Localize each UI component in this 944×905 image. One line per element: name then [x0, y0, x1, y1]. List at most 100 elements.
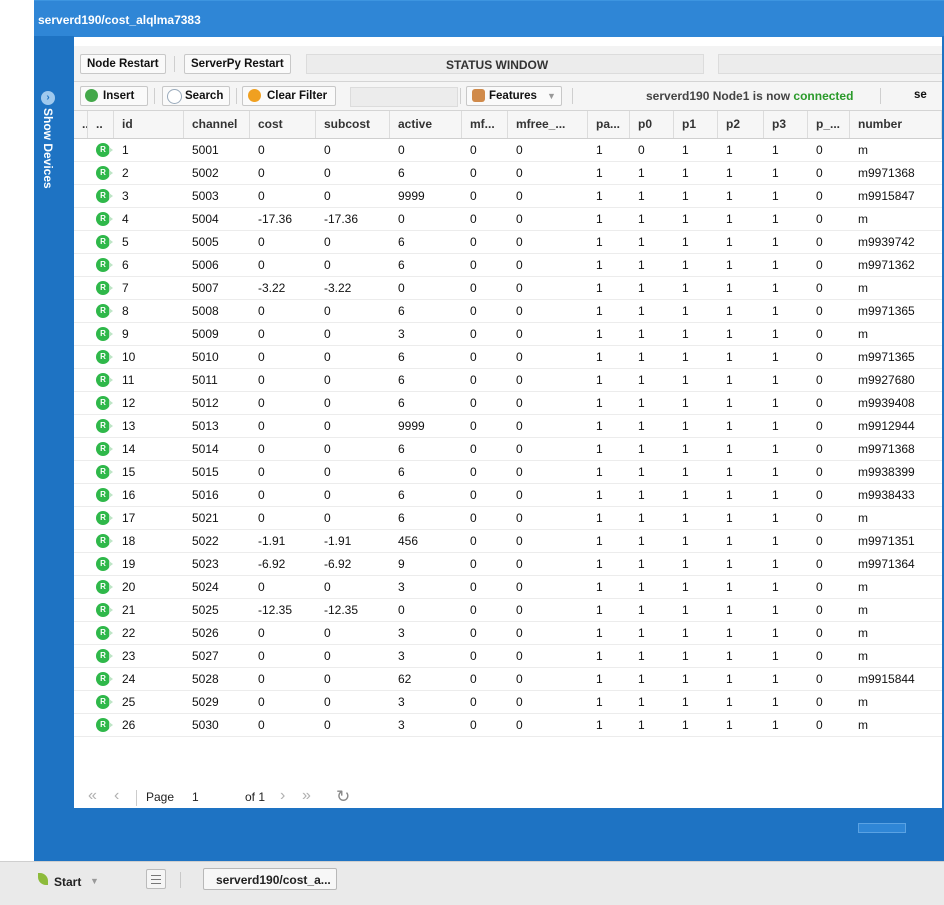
row-status-icon[interactable]: R	[96, 212, 113, 226]
table-row[interactable]: R 11 5011 0 0 6 0 0 1 1 1 1 1 0 m9927680	[74, 369, 942, 392]
column-header[interactable]: p_...	[808, 111, 850, 138]
row-status-icon[interactable]: R	[96, 143, 113, 157]
row-status-icon[interactable]: R	[96, 534, 113, 548]
serverpy-restart-button[interactable]: ServerPy Restart	[184, 54, 291, 74]
table-row[interactable]: R 21 5025 -12.35 -12.35 0 0 0 1 1 1 1 1 0 m	[74, 599, 942, 622]
search-button[interactable]: Search	[162, 86, 230, 106]
table-row[interactable]: R 2 5002 0 0 6 0 0 1 1 1 1 1 0 m9971368	[74, 162, 942, 185]
taskbar-window-button[interactable]: serverd190/cost_a...	[203, 868, 337, 890]
column-header[interactable]: channel	[184, 111, 250, 138]
table-row[interactable]: R 22 5026 0 0 3 0 0 1 1 1 1 1 0 m	[74, 622, 942, 645]
row-status-icon[interactable]: R	[96, 649, 113, 663]
page-input[interactable]: 1	[192, 790, 199, 804]
column-header[interactable]: p1	[674, 111, 718, 138]
show-devices-strip[interactable]: › Show Devices	[34, 36, 74, 824]
table-row[interactable]: R 12 5012 0 0 6 0 0 1 1 1 1 1 0 m9939408	[74, 392, 942, 415]
row-status-icon[interactable]: R	[96, 258, 113, 272]
table-cell: 21	[122, 603, 136, 617]
row-status-icon[interactable]: R	[96, 304, 113, 318]
table-row[interactable]: R 26 5030 0 0 3 0 0 1 1 1 1 1 0 m	[74, 714, 942, 737]
table-row[interactable]: R 17 5021 0 0 6 0 0 1 1 1 1 1 0 m	[74, 507, 942, 530]
table-row[interactable]: R 8 5008 0 0 6 0 0 1 1 1 1 1 0 m9971365	[74, 300, 942, 323]
table-cell: 9	[398, 557, 405, 571]
table-row[interactable]: R 23 5027 0 0 3 0 0 1 1 1 1 1 0 m	[74, 645, 942, 668]
row-status-icon[interactable]: R	[96, 327, 113, 341]
start-button[interactable]: Start	[54, 875, 81, 889]
table-row[interactable]: R 20 5024 0 0 3 0 0 1 1 1 1 1 0 m	[74, 576, 942, 599]
table-row[interactable]: R 14 5014 0 0 6 0 0 1 1 1 1 1 0 m9971368	[74, 438, 942, 461]
insert-button[interactable]: Insert	[80, 86, 148, 106]
table-row[interactable]: R 19 5023 -6.92 -6.92 9 0 0 1 1 1 1 1 0 m9971364	[74, 553, 942, 576]
row-status-icon[interactable]: R	[96, 373, 113, 387]
expand-icon[interactable]: ›	[41, 91, 55, 105]
last-page-icon[interactable]: »	[302, 787, 311, 805]
window-title-bar[interactable]: serverd190/cost_alqlma7383	[34, 0, 944, 37]
row-status-icon[interactable]: R	[96, 166, 113, 180]
row-status-icon[interactable]: R	[96, 235, 113, 249]
features-label: Features	[489, 90, 537, 102]
features-menu-button[interactable]: Features ▼	[466, 86, 562, 106]
row-status-icon[interactable]: R	[96, 465, 113, 479]
table-row[interactable]: R 1 5001 0 0 0 0 0 1 0 1 1 1 0 m	[74, 139, 942, 162]
table-row[interactable]: R 13 5013 0 0 9999 0 0 1 1 1 1 1 0 m9912944	[74, 415, 942, 438]
table-cell: 1	[638, 373, 645, 387]
clear-filter-button[interactable]: Clear Filter	[242, 86, 336, 106]
table-cell: 22	[122, 626, 136, 640]
table-row[interactable]: R 7 5007 -3.22 -3.22 0 0 0 1 1 1 1 1 0 m	[74, 277, 942, 300]
table-row[interactable]: R 6 5006 0 0 6 0 0 1 1 1 1 1 0 m9971362	[74, 254, 942, 277]
table-row[interactable]: R 25 5029 0 0 3 0 0 1 1 1 1 1 0 m	[74, 691, 942, 714]
column-header[interactable]: active	[390, 111, 462, 138]
column-header[interactable]: pa...	[588, 111, 630, 138]
first-page-icon[interactable]: «	[88, 787, 97, 805]
table-row[interactable]: R 5 5005 0 0 6 0 0 1 1 1 1 1 0 m9939742	[74, 231, 942, 254]
prev-page-icon[interactable]: ‹	[114, 787, 119, 805]
collapse-tab[interactable]	[858, 823, 906, 833]
column-header[interactable]: number	[850, 111, 942, 138]
row-status-icon[interactable]: R	[96, 695, 113, 709]
row-status-icon[interactable]: R	[96, 488, 113, 502]
row-status-icon[interactable]: R	[96, 189, 113, 203]
column-header[interactable]: ..	[88, 111, 114, 138]
table-row[interactable]: R 16 5016 0 0 6 0 0 1 1 1 1 1 0 m9938433	[74, 484, 942, 507]
table-row[interactable]: R 10 5010 0 0 6 0 0 1 1 1 1 1 0 m9971365	[74, 346, 942, 369]
list-icon[interactable]	[146, 869, 166, 889]
table-row[interactable]: R 9 5009 0 0 3 0 0 1 1 1 1 1 0 m	[74, 323, 942, 346]
column-header[interactable]: p2	[718, 111, 764, 138]
show-devices-label[interactable]: Show Devices	[41, 108, 55, 189]
row-status-icon[interactable]: R	[96, 511, 113, 525]
table-cell: 0	[258, 304, 265, 318]
table-row[interactable]: R 4 5004 -17.36 -17.36 0 0 0 1 1 1 1 1 0 m	[74, 208, 942, 231]
row-status-icon[interactable]: R	[96, 396, 113, 410]
table-cell: 1	[726, 373, 733, 387]
refresh-icon[interactable]: ↻	[336, 787, 350, 807]
app-window: serverd190/cost_alqlma7383 › Show Device…	[34, 0, 944, 904]
row-status-icon[interactable]: R	[96, 718, 113, 732]
row-status-icon[interactable]: R	[96, 626, 113, 640]
column-header[interactable]: p3	[764, 111, 808, 138]
row-status-icon[interactable]: R	[96, 281, 113, 295]
row-status-icon[interactable]: R	[96, 672, 113, 686]
row-status-icon[interactable]: R	[96, 557, 113, 571]
table-row[interactable]: R 3 5003 0 0 9999 0 0 1 1 1 1 1 0 m9915847	[74, 185, 942, 208]
column-header[interactable]: id	[114, 111, 184, 138]
column-header[interactable]: p0	[630, 111, 674, 138]
grid-body[interactable]: R 1 5001 0 0 0 0 0 1 0 1 1 1 0 m R 2 5002 0 0 6 0 0 1 1 1 1 1 0 m9971…	[74, 139, 942, 779]
row-status-icon[interactable]: R	[96, 442, 113, 456]
node-restart-button[interactable]: Node Restart	[80, 54, 166, 74]
row-status-icon[interactable]: R	[96, 419, 113, 433]
row-status-icon[interactable]: R	[96, 580, 113, 594]
row-status-icon[interactable]: R	[96, 350, 113, 364]
column-header[interactable]: subcost	[316, 111, 390, 138]
column-header[interactable]: mf...	[462, 111, 508, 138]
table-row[interactable]: R 15 5015 0 0 6 0 0 1 1 1 1 1 0 m9938399	[74, 461, 942, 484]
column-header[interactable]: mfree_...	[508, 111, 588, 138]
next-page-icon[interactable]: ›	[280, 787, 285, 805]
chevron-down-icon[interactable]: ▼	[90, 876, 99, 886]
column-header[interactable]: ..	[74, 111, 88, 138]
table-row[interactable]: R 24 5028 0 0 62 0 0 1 1 1 1 1 0 m9915844	[74, 668, 942, 691]
column-header[interactable]: cost	[250, 111, 316, 138]
table-cell: 1	[682, 396, 689, 410]
row-status-icon[interactable]: R	[96, 603, 113, 617]
table-row[interactable]: R 18 5022 -1.91 -1.91 456 0 0 1 1 1 1 1 0 m9971351	[74, 530, 942, 553]
table-cell: 1	[682, 488, 689, 502]
